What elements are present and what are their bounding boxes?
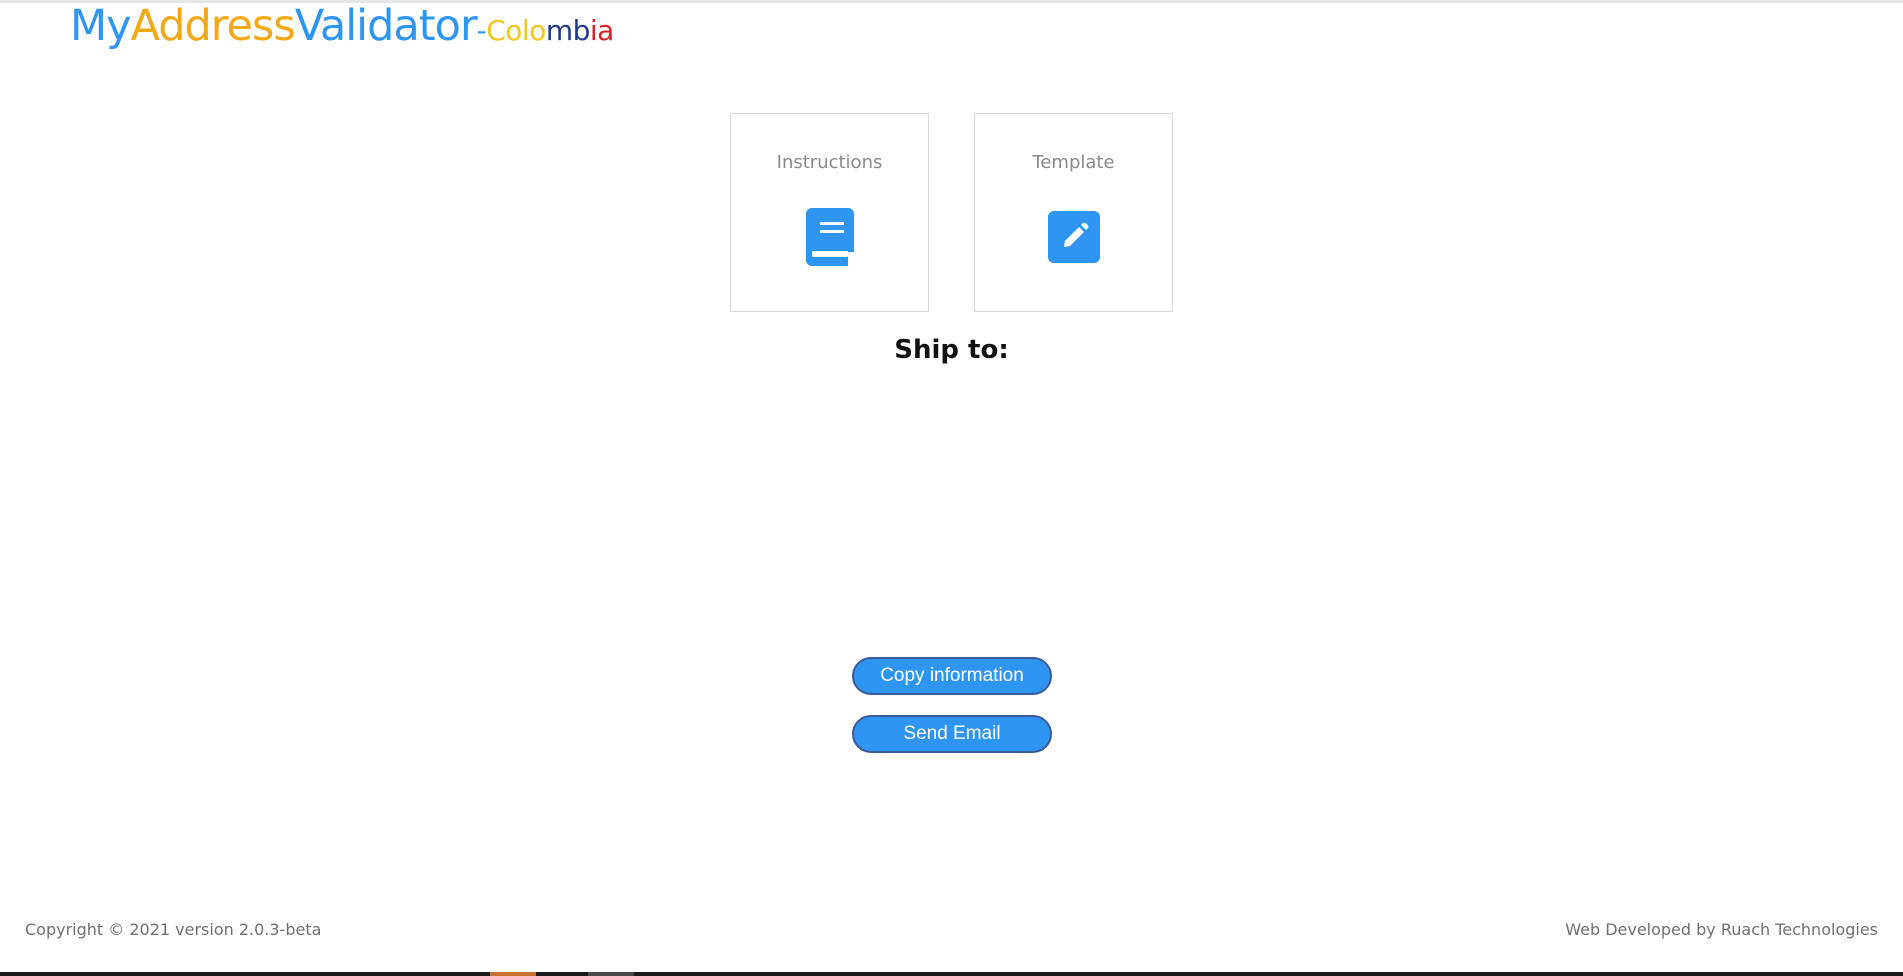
book-icon	[804, 208, 856, 271]
instructions-label: Instructions	[776, 152, 883, 173]
ship-to-heading: Ship to:	[894, 335, 1009, 365]
logo-my: My	[70, 1, 132, 51]
logo-validator: Validator	[294, 1, 478, 51]
copyright-text: Copyright © 2021 version 2.0.3-beta	[25, 920, 322, 939]
developer-credit: Web Developed by Ruach Technologies	[1565, 920, 1878, 939]
logo-lo: lo	[521, 14, 546, 47]
instructions-card[interactable]: Instructions	[730, 113, 929, 312]
template-card[interactable]: Template	[974, 113, 1173, 312]
edit-icon	[1047, 208, 1100, 268]
logo-ia: ia	[589, 14, 614, 47]
template-label: Template	[1032, 152, 1115, 173]
site-logo[interactable]: MyAddressValidator-Colombia	[70, 0, 614, 61]
logo-dash: -	[476, 14, 487, 47]
logo-mb: mb	[545, 14, 591, 47]
bottom-bar-segment	[588, 972, 634, 976]
copy-information-button[interactable]: Copy information	[852, 657, 1052, 695]
logo-address: Address	[130, 1, 296, 51]
send-email-button[interactable]: Send Email	[852, 715, 1052, 753]
bottom-bar-segment	[490, 972, 536, 976]
logo-co: Co	[486, 14, 522, 47]
bottom-bar	[0, 972, 1903, 976]
